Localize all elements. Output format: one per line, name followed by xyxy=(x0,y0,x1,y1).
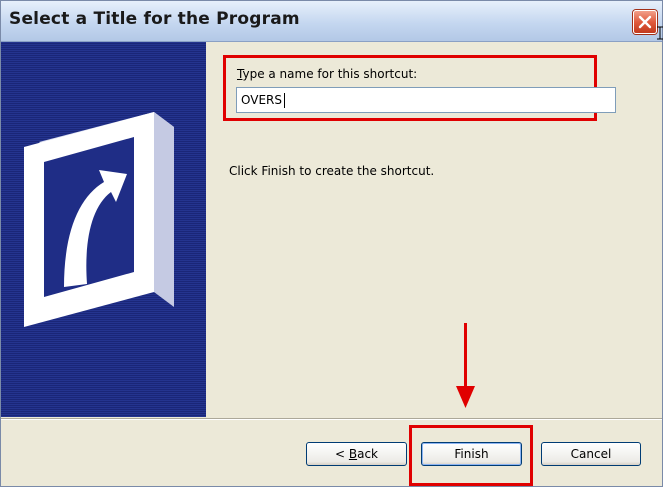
annotation-arrow xyxy=(464,323,467,388)
close-icon xyxy=(638,15,652,29)
shortcut-name-input[interactable] xyxy=(236,87,616,113)
instruction-text: Click Finish to create the shortcut. xyxy=(229,164,435,178)
dialog-window: Select a Title for the Program Type a na… xyxy=(0,0,663,487)
finish-highlight-box xyxy=(409,425,533,486)
close-button[interactable] xyxy=(633,10,657,34)
arrow-down-icon xyxy=(456,386,475,408)
shortcut-name-group: Type a name for this shortcut: xyxy=(223,55,616,121)
window-title: Select a Title for the Program xyxy=(9,9,300,29)
back-button[interactable]: < Back xyxy=(306,442,407,466)
footer-divider xyxy=(1,418,662,420)
wizard-side-panel xyxy=(1,42,206,417)
wizard-content: Type a name for this shortcut: Click Fin… xyxy=(206,42,662,417)
shortcut-arrow-icon xyxy=(24,112,174,327)
text-cursor-icon xyxy=(657,26,663,40)
title-bar: Select a Title for the Program xyxy=(1,1,663,42)
text-caret xyxy=(284,93,285,108)
cancel-button[interactable]: Cancel xyxy=(541,442,641,466)
shortcut-name-label: Type a name for this shortcut: xyxy=(237,67,418,81)
